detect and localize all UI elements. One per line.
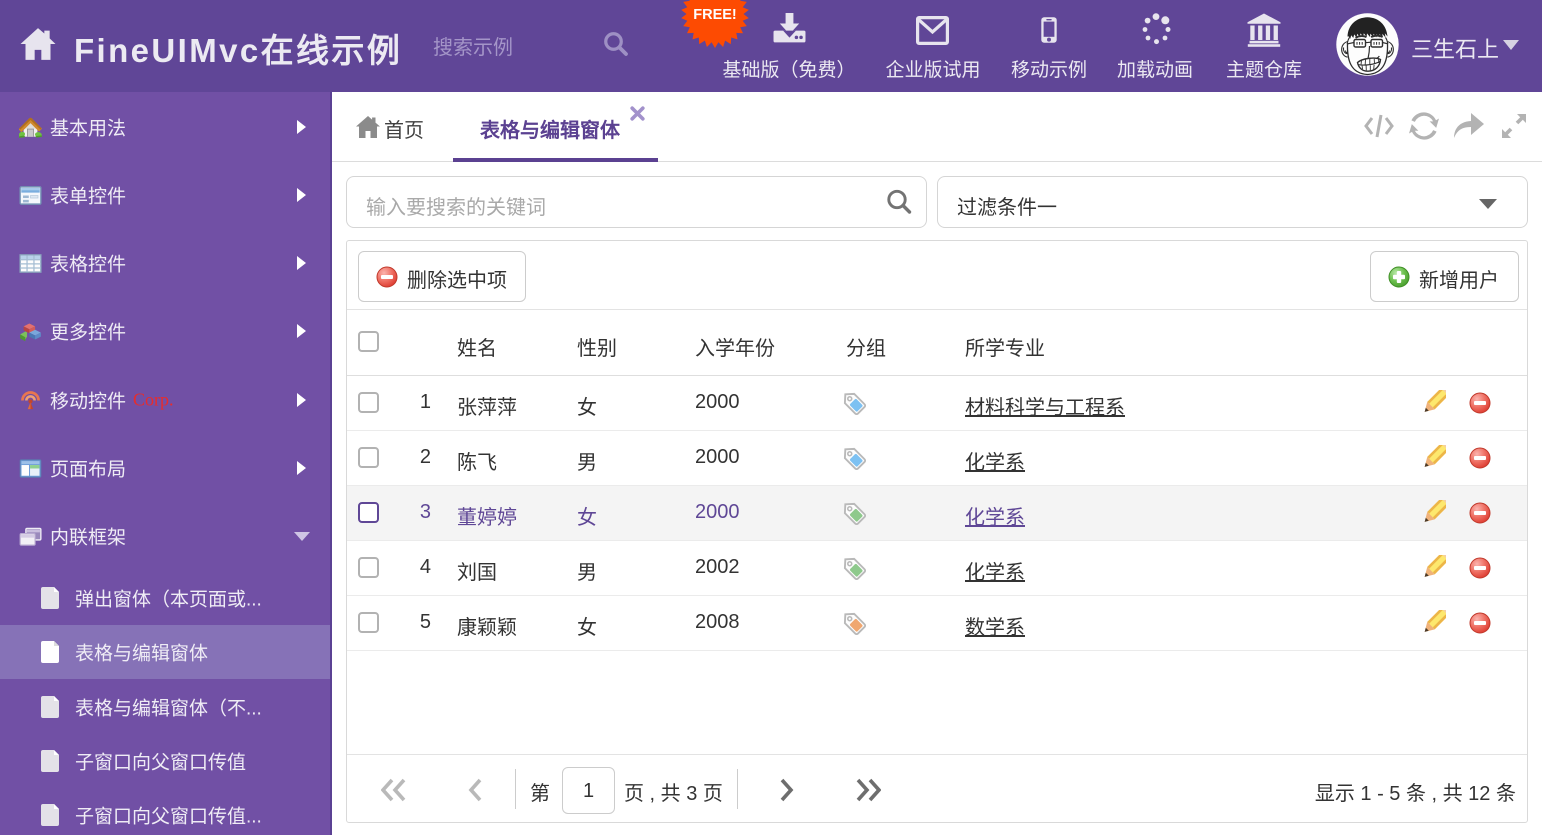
svg-text:FREE!: FREE! [693,7,737,23]
